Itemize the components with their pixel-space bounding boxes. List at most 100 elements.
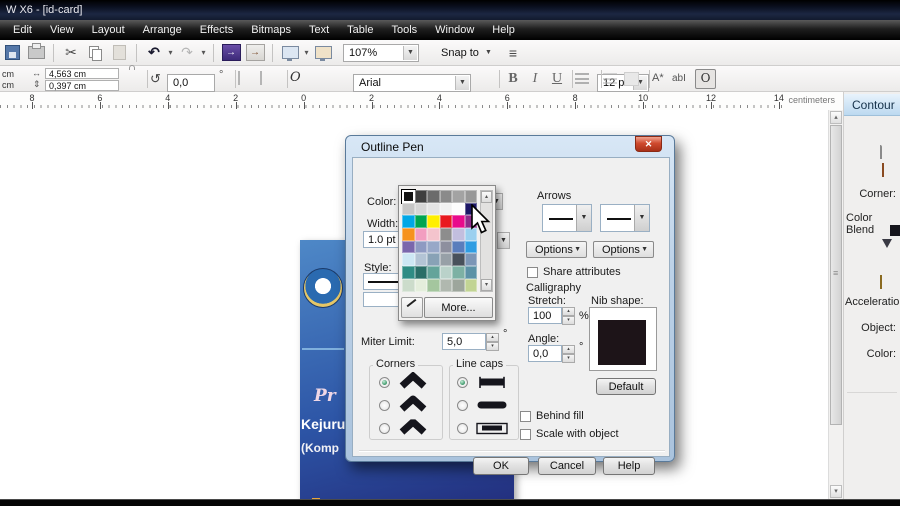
palette-swatch[interactable] [464,240,477,254]
object-width-field[interactable]: 4,563 cm [45,68,119,79]
palette-swatch[interactable] [439,190,452,203]
stretch-field[interactable]: 100 [528,307,562,324]
scroll-down-icon[interactable]: ▾ [830,485,842,498]
arrow-start-options-button[interactable]: Options ▼ [526,241,587,258]
ok-button[interactable]: OK [473,457,529,475]
application-launcher-dropdown-icon[interactable]: ▾ [302,48,311,57]
close-icon[interactable]: ✕ [635,136,662,152]
palette-swatch[interactable] [414,202,427,216]
menu-item-tools[interactable]: Tools [382,22,426,38]
print-icon[interactable] [26,43,46,62]
mirror-horizontal-icon[interactable] [238,71,240,85]
arrow-end-combo[interactable]: ▼ [600,204,650,232]
options-icon[interactable]: ≡ [503,43,523,62]
rotation-field[interactable]: 0,0 [167,73,215,92]
help-button[interactable]: Help [603,457,655,475]
palette-swatch[interactable] [452,278,465,292]
palette-scroll-up-icon[interactable]: ▴ [481,191,492,203]
arrow-start-dropdown-icon[interactable]: ▼ [576,205,591,231]
behind-fill-checkbox[interactable] [520,411,531,422]
palette-swatch[interactable] [439,228,452,241]
pen-nib-icon[interactable] [882,239,892,260]
palette-swatch[interactable] [452,240,465,254]
mirror-vertical-icon[interactable] [260,71,262,85]
welcome-screen-icon[interactable] [313,43,333,62]
character-formatting-icon[interactable]: A* [652,72,664,84]
menu-item-edit[interactable]: Edit [4,22,41,38]
menu-item-bitmaps[interactable]: Bitmaps [242,22,300,38]
menu-item-text[interactable]: Text [300,22,338,38]
palette-swatch[interactable] [414,240,427,254]
palette-swatch[interactable] [439,253,452,267]
arrow-start-combo[interactable]: ▼ [542,204,592,232]
snap-to-arrow-icon[interactable]: ▼ [482,46,495,60]
share-attributes-checkbox[interactable] [527,267,538,278]
palette-swatch[interactable] [452,202,465,216]
import-icon[interactable]: → [221,43,241,62]
undo-icon[interactable]: ↶ [144,43,164,62]
palette-swatch[interactable] [402,266,415,279]
docker-title[interactable]: Contour [844,94,900,116]
angle-field[interactable]: 0,0 [528,345,562,362]
corner-bevel-radio[interactable] [379,423,390,434]
zoom-dropdown-icon[interactable]: ▼ [403,45,417,60]
application-launcher-icon[interactable] [280,43,300,62]
bold-button[interactable]: B [503,69,523,88]
export-icon[interactable]: → [245,43,265,62]
menu-item-layout[interactable]: Layout [83,22,134,38]
scale-with-object-checkbox[interactable] [520,429,531,440]
width-units-dropdown-icon[interactable]: ▼ [497,232,510,249]
palette-swatch[interactable] [439,202,452,216]
cap-round-radio[interactable] [457,400,468,411]
palette-swatch[interactable] [427,190,440,203]
palette-swatch[interactable] [464,190,477,203]
vertical-scrollbar[interactable]: ▴ ▾ [828,110,843,499]
palette-swatch[interactable] [427,240,440,254]
copy-icon[interactable] [85,43,105,62]
zoom-level-combo[interactable]: 107% ▼ [343,43,419,62]
font-name-arrow-icon[interactable]: ▼ [455,75,469,90]
palette-scroll-down-icon[interactable]: ▾ [481,279,492,291]
object-height-field[interactable]: 0,397 cm [45,80,119,91]
scrollbar-thumb[interactable] [830,125,842,425]
redo-dropdown-icon[interactable]: ▾ [199,48,208,57]
palette-swatch[interactable] [414,253,427,267]
miter-spinner[interactable]: ▴ ▾ [486,333,499,351]
palette-swatch[interactable] [427,202,440,216]
scroll-up-icon[interactable]: ▴ [830,111,842,124]
outline-tool-toggle[interactable]: O [695,69,716,89]
edit-text-icon[interactable]: abI [672,73,686,84]
palette-swatch[interactable] [452,215,465,229]
menu-item-help[interactable]: Help [483,22,524,38]
palette-swatch[interactable] [452,266,465,279]
palette-swatch[interactable] [452,253,465,267]
underline-button[interactable]: U [547,69,567,88]
palette-swatch[interactable] [414,228,427,241]
palette-swatch[interactable] [439,240,452,254]
stretch-spinner[interactable]: ▴ ▾ [562,307,575,325]
save-icon[interactable] [2,43,22,62]
palette-swatch[interactable] [427,228,440,241]
menu-item-effects[interactable]: Effects [191,22,242,38]
bulleted-list-icon[interactable] [603,73,617,84]
arrow-end-options-button[interactable]: Options ▼ [593,241,654,258]
palette-swatch[interactable] [402,202,415,216]
menu-item-arrange[interactable]: Arrange [134,22,191,38]
menu-item-view[interactable]: View [41,22,83,38]
text-alignment-icon[interactable] [575,73,589,84]
palette-swatch[interactable] [414,278,427,292]
palette-swatch[interactable] [464,278,477,292]
palette-swatch[interactable] [402,253,415,267]
menu-item-table[interactable]: Table [338,22,382,38]
palette-swatch[interactable] [402,215,415,229]
angle-spinner[interactable]: ▴ ▾ [562,345,575,363]
contour-shape-icon[interactable] [880,145,882,159]
palette-swatch[interactable] [439,266,452,279]
cut-icon[interactable]: ✂ [61,43,81,62]
palette-swatch[interactable] [439,278,452,292]
palette-swatch[interactable] [452,228,465,241]
menu-item-window[interactable]: Window [426,22,483,38]
palette-swatch[interactable] [402,240,415,254]
contour-offset-icon[interactable] [882,163,884,177]
cancel-button[interactable]: Cancel [538,457,596,475]
